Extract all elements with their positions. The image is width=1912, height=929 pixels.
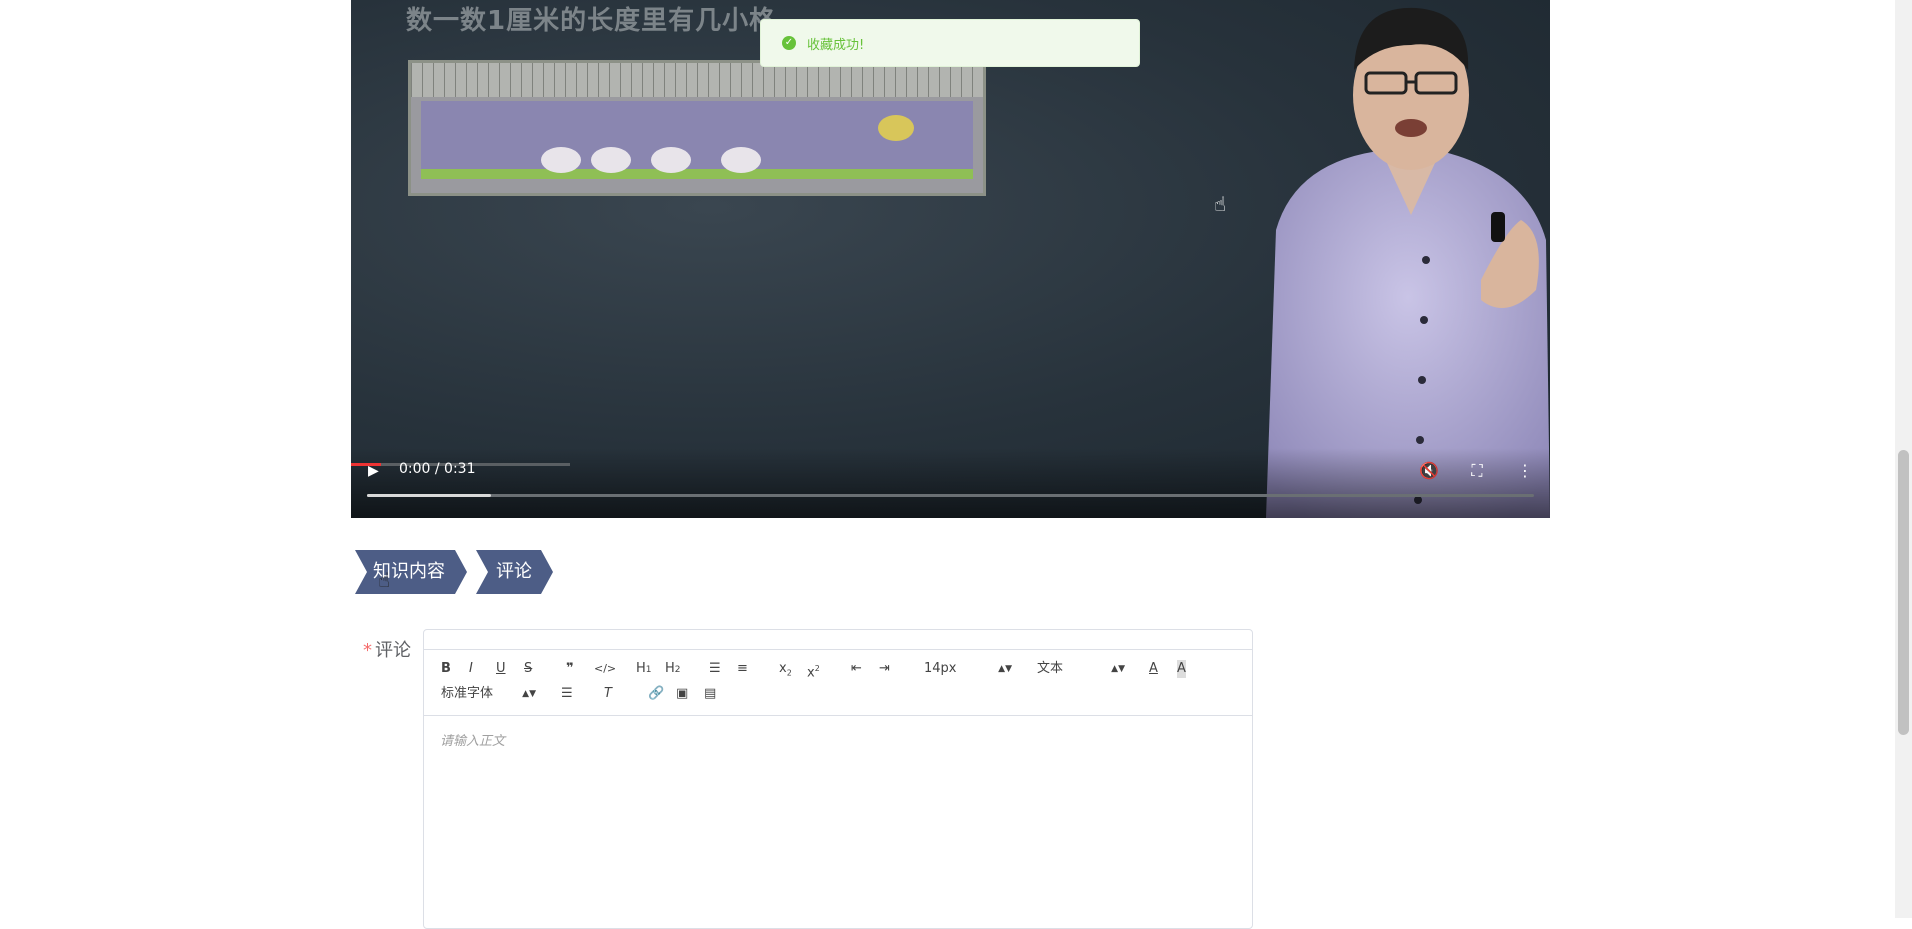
header-2-icon[interactable]: H2	[665, 660, 681, 678]
comment-label: * 评论	[363, 636, 411, 662]
ruler-scale	[411, 63, 983, 97]
scrollbar-thumb[interactable]	[1898, 450, 1909, 735]
bold-icon[interactable]: B	[441, 660, 451, 678]
strikethrough-icon[interactable]: S	[524, 660, 532, 678]
check-circle-icon: ✓	[782, 36, 796, 50]
seek-bar[interactable]	[367, 494, 1534, 497]
paragraph-type-select[interactable]: 文本 ▲▼	[1037, 660, 1125, 678]
play-icon[interactable]: ▶	[368, 460, 390, 482]
video-time: 0:00 / 0:31	[399, 461, 476, 477]
blockquote-icon[interactable]: ❞	[566, 660, 574, 678]
rich-text-editor: B I U S ❞ </> H1 H2 ☰ ≡ x2 x2 ⇤ ⇥ 14px ▲▼…	[423, 629, 1253, 929]
sheep-illustration	[591, 147, 631, 173]
video-icon[interactable]: ▤	[704, 685, 716, 703]
teacher-figure	[1266, 7, 1550, 518]
select-arrow-icon: ▲▼	[998, 664, 1012, 674]
volume-icon[interactable]: 🔇	[1417, 459, 1441, 483]
clear-format-icon[interactable]: T	[604, 685, 612, 703]
editor-toolbar: B I U S ❞ </> H1 H2 ☰ ≡ x2 x2 ⇤ ⇥ 14px ▲▼…	[424, 649, 1252, 716]
ruler-grass	[421, 169, 973, 179]
video-slide-title: 数一数1厘米的长度里有几小格	[406, 6, 777, 36]
success-toast: ✓ 收藏成功!	[760, 19, 1140, 67]
sheep-illustration	[541, 147, 581, 173]
tab-comment[interactable]: 评论	[476, 550, 553, 594]
select-arrow-icon: ▲▼	[1111, 664, 1125, 674]
image-icon[interactable]: ▣	[676, 685, 688, 703]
ordered-list-icon[interactable]: ☰	[709, 660, 721, 678]
required-mark: *	[363, 640, 372, 661]
hand-cursor-icon: ☝	[378, 568, 391, 592]
more-options-icon[interactable]: ⋮	[1513, 459, 1537, 483]
editor-content[interactable]: 请输入正文	[440, 730, 505, 749]
background-color-icon[interactable]: A	[1177, 660, 1186, 678]
font-family-select[interactable]: 标准字体 ▲▼	[441, 685, 536, 703]
video-player[interactable]: 数一数1厘米的长度里有几小格 ☝ ▶ 0:00 / 0:31 🔇 ⛶ ⋮	[351, 0, 1550, 518]
text-color-icon[interactable]: A	[1149, 660, 1158, 678]
editor-placeholder: 请输入正文	[440, 734, 506, 749]
seek-buffered	[367, 494, 491, 497]
outdent-icon[interactable]: ⇤	[851, 660, 862, 678]
tab-knowledge-content[interactable]: 知识内容	[355, 550, 467, 594]
header-1-icon[interactable]: H1	[636, 660, 652, 678]
comment-label-text: 评论	[375, 640, 411, 661]
font-size-select[interactable]: 14px ▲▼	[924, 660, 1012, 678]
sheep-illustration	[721, 147, 761, 173]
bullet-list-icon[interactable]: ≡	[737, 660, 748, 678]
align-icon[interactable]: ☰	[561, 685, 573, 703]
link-icon[interactable]: 🔗	[648, 685, 664, 703]
fullscreen-icon[interactable]: ⛶	[1465, 459, 1489, 483]
sheep-illustration	[651, 147, 691, 173]
subscript-icon[interactable]: x2	[779, 660, 792, 678]
italic-icon[interactable]: I	[469, 660, 473, 678]
sun-illustration	[878, 115, 914, 141]
superscript-icon[interactable]: x2	[807, 660, 820, 680]
select-arrow-icon: ▲▼	[522, 689, 536, 699]
font-family-value: 标准字体	[441, 686, 494, 701]
paragraph-type-value: 文本	[1037, 661, 1064, 676]
tab-label: 评论	[496, 561, 532, 582]
video-controls	[351, 448, 1550, 518]
underline-icon[interactable]: U	[496, 660, 506, 678]
code-block-icon[interactable]: </>	[594, 660, 616, 678]
toast-message: 收藏成功!	[807, 38, 865, 53]
ruler-illustration	[408, 60, 986, 196]
font-size-value: 14px	[924, 661, 957, 676]
page-scrollbar[interactable]	[1895, 0, 1912, 918]
indent-icon[interactable]: ⇥	[879, 660, 890, 678]
hand-cursor-icon: ☝	[1214, 192, 1227, 216]
